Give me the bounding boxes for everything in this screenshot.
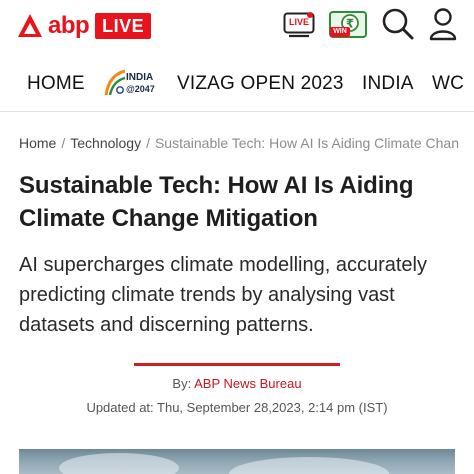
india-2047-label: INDIA: [126, 72, 154, 83]
byline-divider: [134, 363, 340, 366]
article-subtitle: AI supercharges climate modelling, accur…: [19, 254, 427, 336]
hero-image: [19, 449, 455, 474]
nav-item-india[interactable]: INDIA: [362, 74, 414, 93]
nav-item-home[interactable]: HOME: [27, 74, 85, 93]
live-icon-label: LIVE: [288, 17, 309, 27]
top-header: abp LIVE LIVE ₹ WIN: [0, 0, 474, 56]
search-icon[interactable]: [381, 7, 415, 41]
byline: By: ABP News Bureau: [0, 376, 474, 392]
rupee-win-icon[interactable]: ₹ WIN: [328, 10, 368, 39]
breadcrumb-separator: /: [146, 135, 150, 151]
win-icon-label: WIN: [330, 27, 350, 37]
live-badge[interactable]: LIVE: [95, 13, 152, 39]
breadcrumb: Home / Technology / Sustainable Tech: How AI…: [19, 135, 459, 151]
author-link[interactable]: ABP News Bureau: [194, 376, 301, 391]
hero-cloud: [229, 457, 389, 474]
nav-item-vizag-open[interactable]: VIZAG OPEN 2023: [177, 74, 344, 93]
breadcrumb-current: Sustainable Tech: How AI Is Aiding Clima…: [154, 135, 459, 151]
updated-timestamp: Updated at: Thu, September 28,2023, 2:14…: [86, 400, 388, 415]
breadcrumb-technology[interactable]: Technology: [70, 135, 141, 151]
breadcrumb-home[interactable]: Home: [19, 135, 56, 151]
byline-prefix: By:: [172, 376, 192, 391]
live-tv-icon[interactable]: LIVE: [283, 11, 315, 38]
abp-logo[interactable]: abp LIVE: [17, 10, 152, 42]
hero-cloud: [59, 453, 179, 474]
user-icon[interactable]: [428, 7, 458, 41]
nav-item-india-2047[interactable]: INDIA @2047: [103, 69, 161, 99]
abp-logo-icon: [18, 14, 42, 37]
logo-text: abp: [48, 12, 90, 39]
article-title: Sustainable Tech: How AI Is Aiding Clima…: [19, 172, 414, 232]
india-2047-sub-label: @2047: [126, 84, 155, 94]
nav-item-wc[interactable]: WC: [432, 74, 464, 93]
main-nav: HOME INDIA @2047 VIZAG OPEN 2023 INDIA W…: [0, 56, 474, 112]
breadcrumb-separator: /: [61, 135, 66, 151]
india-2047-emblem-icon: [104, 69, 126, 96]
